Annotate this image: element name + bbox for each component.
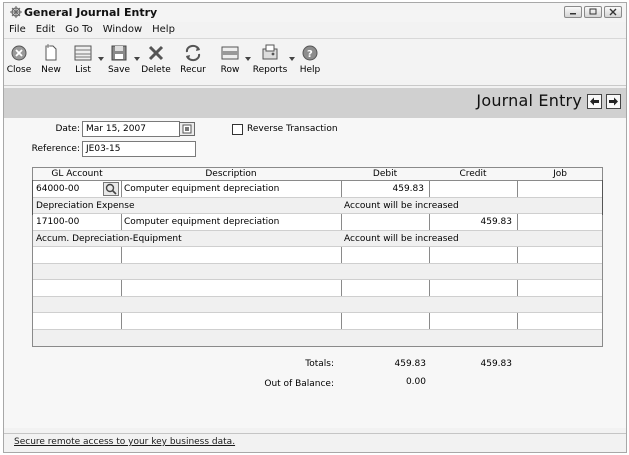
col-description: Description	[205, 169, 257, 179]
reports-button[interactable]: Reports	[252, 43, 288, 83]
list-button[interactable]: List	[70, 43, 96, 83]
status-bar: Secure remote access to your key busines…	[4, 433, 626, 452]
col-gl-account: GL Account	[51, 169, 103, 179]
journal-form: Date: Mar 15, 2007 Reverse Transaction R…	[4, 118, 626, 428]
menu-bar: File Edit Go To Window Help	[4, 22, 626, 37]
list-dropdown-icon[interactable]	[98, 57, 104, 61]
empty-row-detail	[33, 330, 602, 346]
calendar-button[interactable]	[179, 122, 195, 136]
reverse-transaction-label: Reverse Transaction	[247, 124, 338, 134]
debit-cell[interactable]	[341, 214, 429, 230]
reverse-transaction-checkbox[interactable]	[232, 124, 243, 135]
col-credit: Credit	[459, 169, 487, 179]
maximize-icon	[589, 8, 597, 15]
journal-entry-window: General Journal Entry File Edit Go To Wi…	[3, 2, 627, 453]
next-entry-button[interactable]	[606, 94, 621, 109]
minimize-icon	[570, 13, 576, 15]
account-name: Accum. Depreciation-Equipment	[36, 234, 182, 244]
description-cell[interactable]: Computer equipment depreciation	[121, 181, 341, 197]
journal-line-1[interactable]: 64000-00 Computer equipment depreciation…	[32, 180, 603, 215]
close-icon	[609, 8, 617, 16]
job-cell[interactable]	[517, 181, 603, 197]
table-row-detail: Accum. Depreciation-Equipment Account wi…	[33, 231, 602, 247]
reports-dropdown-icon[interactable]	[289, 57, 295, 61]
menu-file[interactable]: File	[4, 22, 31, 37]
empty-row-detail	[33, 264, 602, 280]
description-cell[interactable]: Computer equipment depreciation	[121, 214, 341, 230]
gl-account-cell[interactable]: 17100-00	[33, 214, 121, 230]
help-icon: ?	[302, 45, 318, 61]
recur-arrows-icon	[185, 44, 201, 62]
credit-cell[interactable]: 459.83	[429, 214, 517, 230]
totals-label: Totals:	[305, 359, 334, 369]
window-title: General Journal Entry	[24, 6, 158, 19]
recur-button[interactable]: Recur	[178, 43, 208, 83]
debit-total: 459.83	[394, 359, 427, 369]
out-of-balance-value: 0.00	[405, 377, 426, 387]
remote-access-link[interactable]: Secure remote access to your key busines…	[14, 437, 235, 447]
table-row[interactable]: 17100-00 Computer equipment depreciation…	[33, 214, 602, 231]
gl-account-cell[interactable]: 64000-00	[33, 181, 103, 197]
menu-edit[interactable]: Edit	[31, 22, 60, 37]
previous-entry-button[interactable]	[587, 94, 602, 109]
toolbar: Close New List Save Delete Recur Row Rep…	[4, 38, 626, 86]
date-label: Date:	[55, 124, 80, 134]
row-button[interactable]: Row	[216, 43, 244, 83]
reference-field[interactable]: JE03-15	[82, 141, 196, 157]
table-row-detail: Depreciation Expense Account will be inc…	[33, 198, 602, 214]
maximize-button[interactable]	[584, 6, 602, 18]
menu-window[interactable]: Window	[98, 22, 147, 37]
col-job: Job	[553, 169, 567, 179]
magnifier-icon	[105, 183, 117, 195]
close-button[interactable]: Close	[6, 43, 32, 83]
close-window-button[interactable]	[604, 6, 622, 18]
title-bar: General Journal Entry	[4, 3, 626, 22]
credit-cell[interactable]	[429, 181, 517, 197]
minimize-button[interactable]	[564, 6, 582, 18]
row-dropdown-icon[interactable]	[245, 57, 251, 61]
col-debit: Debit	[372, 169, 398, 179]
delete-button[interactable]: Delete	[141, 43, 171, 83]
arrow-left-icon	[590, 97, 599, 106]
account-name: Depreciation Expense	[36, 201, 135, 211]
empty-row[interactable]	[33, 313, 602, 330]
account-effect-note: Account will be increased	[344, 234, 459, 244]
account-effect-note: Account will be increased	[344, 201, 459, 211]
menu-goto[interactable]: Go To	[60, 22, 98, 37]
empty-row[interactable]	[33, 280, 602, 297]
app-icon	[10, 6, 22, 18]
save-button[interactable]: Save	[106, 43, 132, 83]
empty-row-detail	[33, 297, 602, 313]
row-icon	[221, 46, 239, 60]
journal-grid: GL Account Description Debit Credit Job …	[32, 167, 603, 347]
delete-x-icon	[148, 45, 164, 61]
new-button[interactable]: New	[38, 43, 64, 83]
calendar-icon	[182, 124, 192, 134]
menu-help[interactable]: Help	[147, 22, 180, 37]
grid-header: GL Account Description Debit Credit Job	[33, 168, 602, 181]
save-disk-icon	[111, 45, 127, 61]
reports-icon	[262, 44, 278, 60]
list-icon	[74, 45, 92, 61]
reference-label: Reference:	[31, 144, 80, 154]
job-cell[interactable]	[517, 214, 603, 230]
date-field[interactable]: Mar 15, 2007	[82, 121, 180, 137]
table-row[interactable]: 64000-00 Computer equipment depreciation…	[33, 181, 602, 198]
empty-row[interactable]	[33, 247, 602, 264]
svg-text:?: ?	[307, 49, 313, 60]
header-band: Journal Entry	[4, 88, 626, 118]
new-document-icon	[45, 44, 57, 61]
debit-cell[interactable]: 459.83	[341, 181, 429, 197]
credit-total: 459.83	[480, 359, 513, 369]
out-of-balance-label: Out of Balance:	[264, 379, 334, 389]
save-dropdown-icon[interactable]	[134, 57, 140, 61]
account-lookup-button[interactable]	[103, 182, 119, 196]
close-circle-icon	[11, 45, 27, 61]
page-title: Journal Entry	[476, 91, 582, 110]
help-button[interactable]: ? Help	[297, 43, 323, 83]
arrow-right-icon	[609, 97, 618, 106]
